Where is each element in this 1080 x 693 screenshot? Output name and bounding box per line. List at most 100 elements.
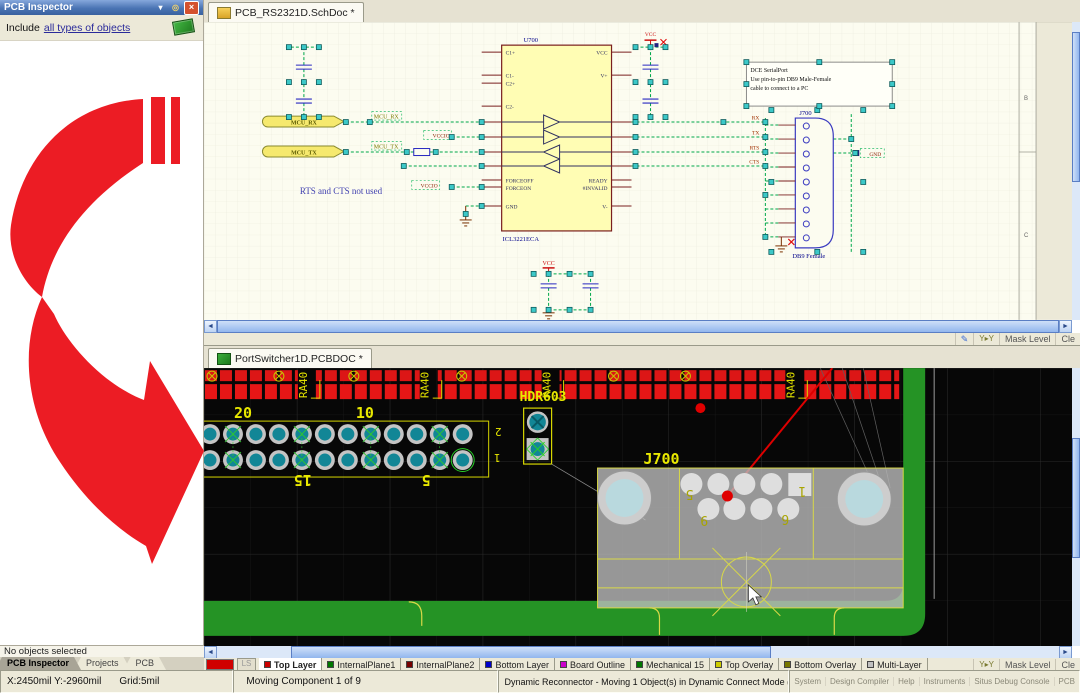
pin-label: #INVALID <box>583 186 608 192</box>
pin-label: C2+ <box>506 82 516 88</box>
svg-text:RX: RX <box>752 116 760 122</box>
menu-pcb[interactable]: PCB <box>1054 677 1079 686</box>
pcb-chip-icon <box>172 18 195 35</box>
svg-text:TX: TX <box>752 131 759 137</box>
edit-pencil-icon[interactable]: ✎ <box>955 333 974 345</box>
svg-text:RTS: RTS <box>750 146 760 152</box>
tab-pcb[interactable]: PCB <box>124 657 167 670</box>
pcb-doc-icon <box>217 353 231 365</box>
filter-icons[interactable]: Y▸Y <box>973 659 999 671</box>
scroll-left-icon[interactable]: ◄ <box>204 320 217 333</box>
hdr603-label: HDR603 <box>520 390 567 405</box>
current-layer-swatch[interactable] <box>206 659 234 670</box>
svg-text:20: 20 <box>234 404 252 422</box>
pin-label: FORCEOFF <box>506 178 534 184</box>
menu-instruments[interactable]: Instruments <box>919 677 970 686</box>
svg-text:5: 5 <box>422 471 431 489</box>
svg-text:MCU_TX: MCU_TX <box>374 145 399 151</box>
schematic-doc-tab[interactable]: PCB_RS2321D.SchDoc * <box>208 2 364 22</box>
grid-setting: Grid:5mil <box>119 676 159 687</box>
filter-icons[interactable]: Y▸Y <box>973 333 999 345</box>
svg-text:GND: GND <box>869 152 881 158</box>
tab-pcb-inspector[interactable]: PCB Inspector <box>0 657 81 670</box>
port-mcu-tx[interactable]: MCU_TX <box>262 146 343 157</box>
pcb-canvas[interactable]: RA40 RA40 RA40 RA40 <box>204 368 1072 646</box>
scroll-right-icon[interactable]: ► <box>1059 320 1072 333</box>
svg-text:MCU_RX: MCU_RX <box>374 115 400 121</box>
mask-level-button[interactable]: Mask Level <box>999 333 1056 345</box>
include-objects-link[interactable]: all types of objects <box>44 22 130 34</box>
pin-label: C1+ <box>506 51 516 57</box>
layer-color-icon <box>636 661 643 668</box>
layer-color-icon <box>867 661 874 668</box>
pcb-doc-tab[interactable]: PortSwitcher1D.PCBDOC * <box>208 348 372 368</box>
menu-system[interactable]: System <box>790 677 825 686</box>
j700-label: J700 <box>643 450 679 468</box>
layer-color-icon <box>485 661 492 668</box>
svg-text:2: 2 <box>495 425 502 438</box>
pin-icon[interactable]: ◎ <box>169 2 182 14</box>
text-note[interactable]: DCE SerialPort Use pin-to-pin DB9 Male-F… <box>746 62 892 106</box>
schematic-doc-tab-label: PCB_RS2321D.SchDoc * <box>235 7 355 19</box>
svg-text:VCC: VCC <box>542 261 554 267</box>
status-coordinates: X:2450mil Y:-2960mil Grid:5mil <box>0 670 233 693</box>
svg-text:VCCIO: VCCIO <box>421 183 438 189</box>
inspector-titlebar[interactable]: PCB Inspector ▾ ◎ × <box>0 0 203 15</box>
pin-label: V- <box>602 204 607 210</box>
schematic-hscrollbar[interactable]: ◄ ► <box>204 320 1072 333</box>
svg-text:6: 6 <box>700 515 708 530</box>
pin-label: FORCEON <box>506 186 532 192</box>
include-row: Include all types of objects <box>0 15 203 41</box>
svg-text:9: 9 <box>781 514 789 529</box>
status-menus: System Design Compiler Help Instruments … <box>789 670 1080 693</box>
pcb-inspector-panel: PCB Inspector ▾ ◎ × Include all types of… <box>0 0 204 670</box>
menu-help[interactable]: Help <box>893 677 918 686</box>
schematic-canvas[interactable]: B C U700 ICL3221ECA <box>204 22 1072 320</box>
schematic-bottom-toolbar: ✎ Y▸Y Mask Level Cle <box>204 333 1080 345</box>
pin-label: C2- <box>506 105 514 111</box>
j700-component[interactable]: J700 5 1 <box>598 450 904 608</box>
red-dot <box>722 491 733 502</box>
schematic-vscrollbar[interactable] <box>1072 22 1080 320</box>
svg-text:RA40: RA40 <box>419 372 432 398</box>
resistor[interactable] <box>414 149 430 156</box>
layer-color-icon <box>784 661 791 668</box>
port-label: MCU_RX <box>291 121 318 127</box>
layer-color-icon <box>327 661 334 668</box>
schematic-editor-pane: PCB_RS2321D.SchDoc * B C <box>204 0 1080 345</box>
svg-text:5: 5 <box>686 486 694 501</box>
layer-color-icon <box>264 661 271 668</box>
svg-text:1: 1 <box>798 483 806 498</box>
mask-level-button[interactable]: Mask Level <box>999 659 1056 671</box>
pin-label: GND <box>506 204 518 210</box>
layer-color-icon <box>715 661 722 668</box>
include-label: Include <box>6 22 40 34</box>
ic-u700[interactable]: U700 ICL3221ECA C1+ C1- <box>482 37 632 243</box>
ic-designator: U700 <box>524 37 538 44</box>
sheet-zone-top: B <box>1024 96 1028 102</box>
clear-button[interactable]: Cle <box>1055 659 1080 671</box>
pin-label: C1- <box>506 74 514 80</box>
svg-text:15: 15 <box>294 471 312 489</box>
chevron-down-icon[interactable]: ▾ <box>154 2 167 14</box>
cursor-coordinates: X:2450mil Y:-2960mil <box>7 676 101 687</box>
ic-part-number: ICL3221ECA <box>503 236 540 243</box>
menu-design-compiler[interactable]: Design Compiler <box>825 677 893 686</box>
sheet-zone-bottom: C <box>1024 233 1029 239</box>
pcb-tabstrip: PortSwitcher1D.PCBDOC * <box>204 346 1080 369</box>
schematic-doc-icon <box>217 7 231 19</box>
menu-situs-debug-console[interactable]: Situs Debug Console <box>969 677 1053 686</box>
note-line: DCE SerialPort <box>750 68 788 74</box>
pcb-vscrollbar[interactable] <box>1072 368 1080 646</box>
status-bar: X:2450mil Y:-2960mil Grid:5mil Moving Co… <box>0 670 1080 693</box>
svg-text:1: 1 <box>494 451 501 464</box>
tab-projects[interactable]: Projects <box>74 657 131 670</box>
layer-color-icon <box>406 661 413 668</box>
pcb-doc-tab-label: PortSwitcher1D.PCBDOC * <box>235 353 363 365</box>
svg-text:VCC: VCC <box>645 32 657 38</box>
clear-button[interactable]: Cle <box>1055 333 1080 345</box>
close-icon[interactable]: × <box>184 1 199 15</box>
pin-label: READY <box>589 178 608 184</box>
db9-designator: J700 <box>799 110 811 117</box>
sheet-outside <box>1036 22 1072 320</box>
